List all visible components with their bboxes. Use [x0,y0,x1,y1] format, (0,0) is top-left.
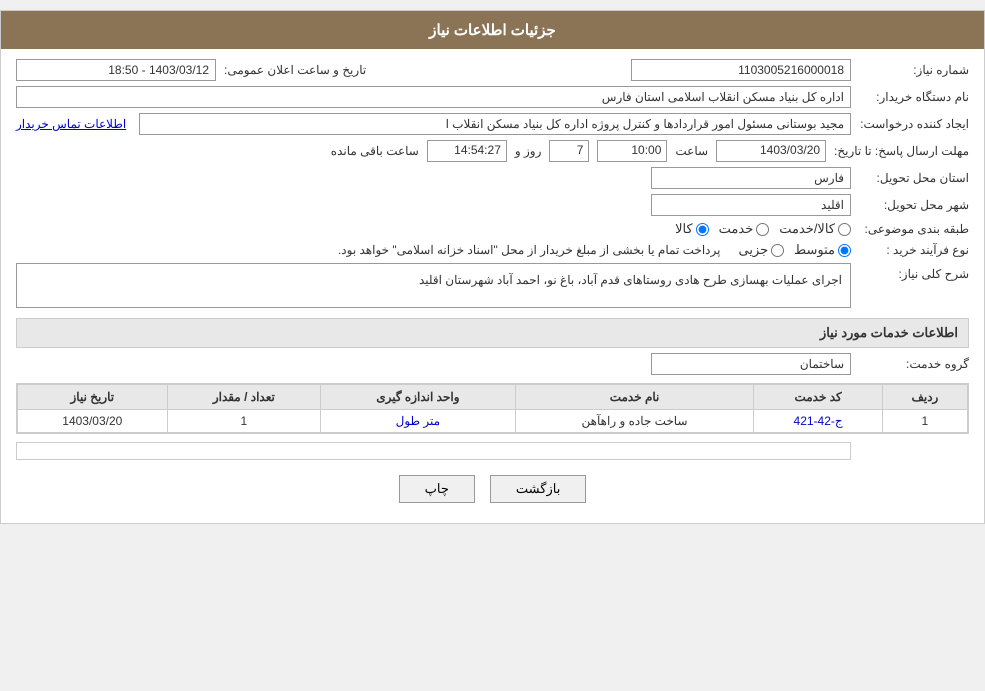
cell-4: 1 [167,410,320,433]
page-header: جزئیات اطلاعات نیاز [1,11,984,49]
cell-3: متر طول [321,410,516,433]
process-label: نوع فرآیند خرید : [859,243,969,257]
response-time-value: 10:00 [597,140,667,162]
response-days-value: 7 [549,140,589,162]
service-group-row: گروه خدمت: ساختمان [16,353,969,375]
col-unit: واحد اندازه گیری [321,385,516,410]
back-button[interactable]: بازگشت [490,475,586,503]
page-title: جزئیات اطلاعات نیاز [429,22,556,39]
category-label: طبقه بندی موضوعی: [859,222,969,236]
request-number-value: 1103005216000018 [631,59,851,81]
content-area: شماره نیاز: 1103005216000018 تاریخ و ساع… [1,49,984,523]
process-option-1[interactable]: متوسط [794,242,851,258]
category-radio-group: کالا/خدمت خدمت کالا [675,221,851,237]
service-group-label: گروه خدمت: [859,357,969,371]
cell-1: ج-42-421 [754,410,882,433]
col-date: تاریخ نیاز [18,385,168,410]
time-label: ساعت [675,144,708,158]
province-value: فارس [651,167,851,189]
city-value: اقلید [651,194,851,216]
process-radio-group: متوسط جزیی [738,242,851,258]
city-row: شهر محل تحویل: اقلید [16,194,969,216]
table-header-row: ردیف کد خدمت نام خدمت واحد اندازه گیری ت… [18,385,968,410]
button-row: بازگشت چاپ [16,475,969,503]
contact-link[interactable]: اطلاعات تماس خریدار [16,117,126,131]
buyer-org-value: اداره کل بنیاد مسکن انقلاب اسلامی استان … [16,86,851,108]
cell-0: 1 [882,410,967,433]
creator-value: مجید بوستانی مسئول امور قراردادها و کنتر… [139,113,851,135]
buyer-org-label: نام دستگاه خریدار: [859,90,969,104]
city-label: شهر محل تحویل: [859,198,969,212]
col-row-num: ردیف [882,385,967,410]
table-row: 1ج-42-421ساخت جاده و راهآهنمتر طول11403/… [18,410,968,433]
request-number-row: شماره نیاز: 1103005216000018 تاریخ و ساع… [16,59,969,81]
category-option-0[interactable]: کالا [675,221,709,237]
buyer-org-row: نام دستگاه خریدار: اداره کل بنیاد مسکن ا… [16,86,969,108]
response-date-value: 1403/03/20 [716,140,826,162]
services-table-container: ردیف کد خدمت نام خدمت واحد اندازه گیری ت… [16,383,969,434]
col-code: کد خدمت [754,385,882,410]
description-value: اجرای عملیات بهسازی طرح هادی روستاهای قد… [16,263,851,308]
buyer-notes-value [16,442,851,460]
response-clock-value: 14:54:27 [427,140,507,162]
creator-row: ایجاد کننده درخواست: مجید بوستانی مسئول … [16,113,969,135]
province-row: استان محل تحویل: فارس [16,167,969,189]
request-number-label: شماره نیاز: [859,63,969,77]
col-name: نام خدمت [515,385,754,410]
response-deadline-label: مهلت ارسال پاسخ: تا تاریخ: [834,144,969,158]
category-option-2[interactable]: کالا/خدمت [779,221,851,237]
process-row: نوع فرآیند خرید : متوسط جزیی پرداخت تمام… [16,242,969,258]
services-section-title: اطلاعات خدمات مورد نیاز [16,318,969,348]
page-container: جزئیات اطلاعات نیاز شماره نیاز: 11030052… [0,10,985,524]
response-deadline-row: مهلت ارسال پاسخ: تا تاریخ: 1403/03/20 سا… [16,140,969,162]
service-group-value: ساختمان [651,353,851,375]
print-button[interactable]: چاپ [399,475,475,503]
col-qty: تعداد / مقدار [167,385,320,410]
buyer-notes-label [859,442,969,446]
category-option-1[interactable]: خدمت [719,221,770,237]
buyer-notes-row [16,442,969,460]
process-option-0[interactable]: جزیی [738,242,784,258]
services-table: ردیف کد خدمت نام خدمت واحد اندازه گیری ت… [17,384,968,433]
description-row: شرح کلی نیاز: اجرای عملیات بهسازی طرح ها… [16,263,969,308]
province-label: استان محل تحویل: [859,171,969,185]
category-row: طبقه بندی موضوعی: کالا/خدمت خدمت کالا [16,221,969,237]
remaining-label: ساعت باقی مانده [331,144,419,158]
pub-date-value: 1403/03/12 - 18:50 [16,59,216,81]
days-label: روز و [515,144,542,158]
pub-date-label: تاریخ و ساعت اعلان عمومی: [224,63,366,77]
creator-label: ایجاد کننده درخواست: [859,117,969,131]
process-note: پرداخت تمام یا بخشی از مبلغ خریدار از مح… [338,243,721,257]
description-label: شرح کلی نیاز: [859,263,969,281]
cell-2: ساخت جاده و راهآهن [515,410,754,433]
cell-5: 1403/03/20 [18,410,168,433]
